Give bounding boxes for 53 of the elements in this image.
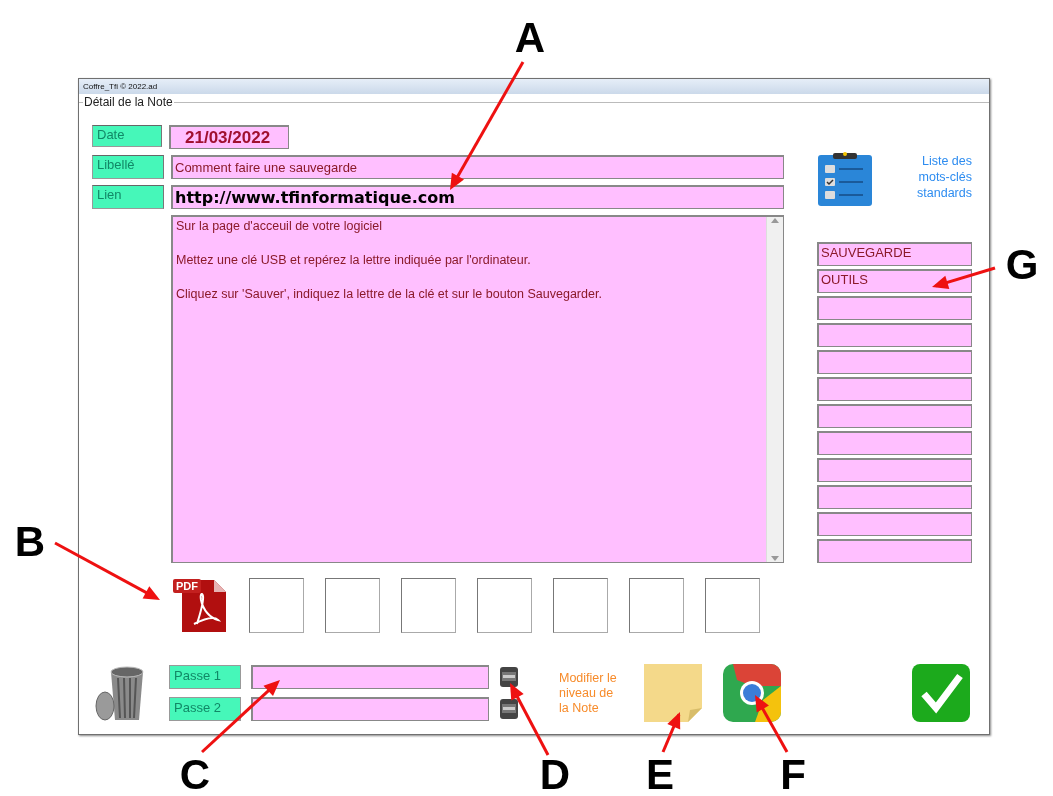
keyword-field[interactable] [817, 539, 972, 563]
keyword-field[interactable]: SAUVEGARDE [817, 242, 972, 266]
annotation-letter: C [179, 754, 211, 796]
title-field[interactable]: Comment faire une sauvegarde [171, 155, 784, 179]
date-field[interactable]: 21/03/2022 [169, 125, 289, 149]
annotation-letter: B [14, 521, 46, 563]
attachment-slot[interactable] [553, 577, 608, 633]
keyword-field[interactable] [817, 377, 972, 401]
window-title: Coffre_Tfi © 2022.ad [83, 82, 158, 91]
keyword-field[interactable] [817, 404, 972, 428]
chip-icon[interactable] [499, 666, 519, 688]
link-field[interactable]: http://www.tfinformatique.com [171, 185, 784, 209]
scrollbar[interactable] [766, 217, 783, 562]
keyword-field[interactable] [817, 458, 972, 482]
password-label: Passe 1 [169, 665, 241, 689]
annotation-arrow [755, 695, 789, 753]
scroll-up-icon[interactable] [771, 217, 779, 223]
checklist-icon[interactable] [817, 151, 873, 207]
keyword-field[interactable] [817, 485, 972, 509]
keyword-field[interactable] [817, 350, 972, 374]
level-hint: Modifier le niveau de la Note [559, 670, 618, 716]
field-label: Date [92, 125, 162, 147]
annotation-letter: E [646, 754, 674, 796]
keyword-field[interactable] [817, 431, 972, 455]
attachment-slot[interactable] [629, 577, 684, 633]
annotation-arrow [661, 712, 681, 753]
attachment-slot[interactable] [401, 577, 456, 633]
chip-icon[interactable] [499, 698, 519, 720]
annotation-letter: A [514, 17, 546, 59]
annotation-letter: D [539, 754, 571, 796]
attachment-slot[interactable] [477, 577, 532, 633]
field-label: Lien [92, 185, 164, 209]
group-title: Détail de la Note [83, 95, 174, 109]
keyword-field[interactable] [817, 323, 972, 347]
sticky-note-icon[interactable] [644, 664, 702, 722]
password-field[interactable] [251, 697, 489, 721]
keyword-field[interactable] [817, 296, 972, 320]
attachment-slot[interactable] [705, 577, 760, 633]
attachment-slot[interactable] [325, 577, 380, 633]
annotation-arrow [932, 266, 996, 290]
password-field[interactable] [251, 665, 489, 689]
note-textarea[interactable]: Sur la page d'acceuil de votre logiciel Mettez une clé USB et repérez la lettre indiquée par l'ordinateur. Cliquez sur 'Sauver', indiquez la lettre de la clé et sur le bouton Sauvegarder. [171, 215, 784, 563]
attachment-slot[interactable] [249, 577, 304, 633]
annotation-letter: G [1005, 244, 1039, 286]
keyword-field[interactable] [817, 512, 972, 536]
keyword-field[interactable]: OUTILS [817, 269, 972, 293]
scroll-down-icon[interactable] [771, 556, 779, 562]
confirm-check-icon[interactable] [912, 664, 970, 722]
field-label: Libellé [92, 155, 164, 179]
browser-icon[interactable] [723, 664, 781, 722]
annotation-letter: F [780, 754, 806, 796]
password-label: Passe 2 [169, 697, 241, 721]
keywords-link[interactable]: Liste des mots-clés standards [892, 153, 972, 242]
